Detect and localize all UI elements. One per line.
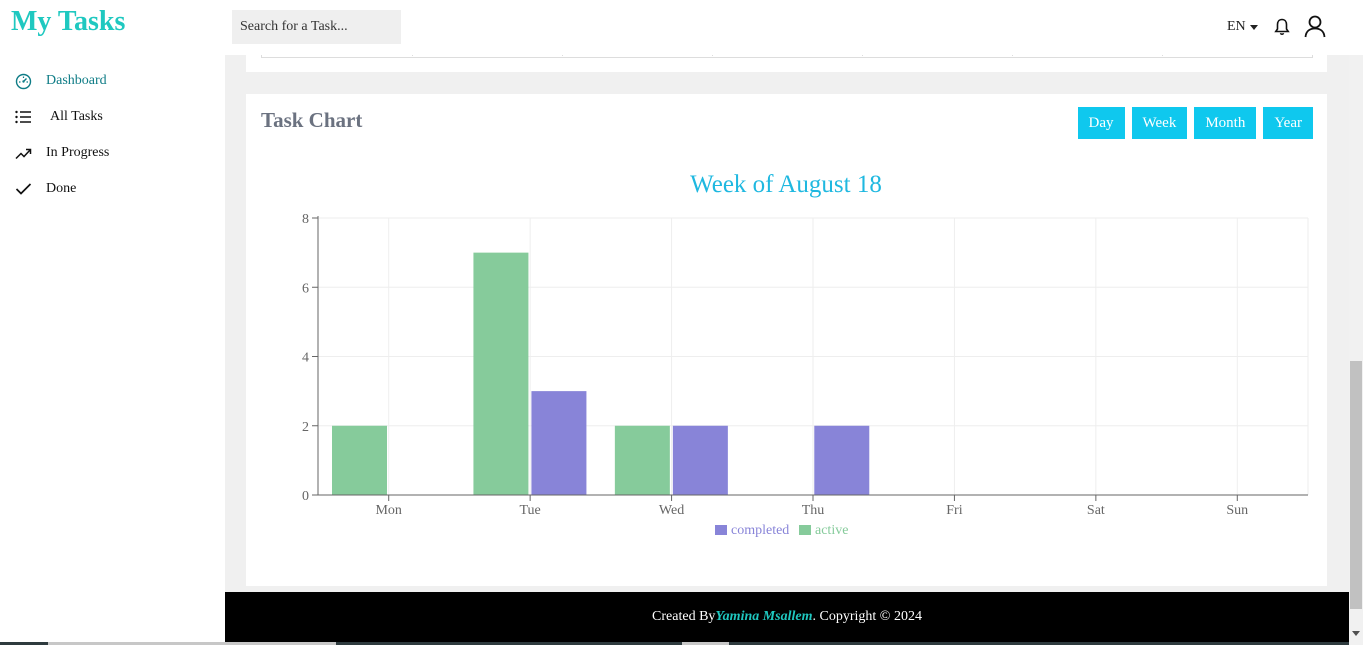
y-tick-label: 6 — [302, 281, 309, 296]
sidebar-nav: Dashboard All Tasks In Progress Done — [0, 63, 225, 207]
page-scrollbar[interactable] — [1349, 55, 1363, 645]
task-table-bottom-edge — [261, 55, 1313, 58]
chart-title: Week of August 18 — [690, 171, 882, 198]
x-tick-label: Tue — [520, 503, 541, 518]
task-chart-card: Task Chart Day Week Month Year Week of A… — [246, 94, 1327, 586]
y-tick-label: 0 — [302, 489, 309, 504]
x-tick-label: Thu — [802, 503, 825, 518]
previous-card-fragment — [246, 55, 1327, 72]
trending-up-icon — [14, 144, 32, 162]
x-tick-label: Mon — [375, 503, 401, 518]
bar-active-mon — [332, 425, 387, 495]
sidebar-item-all-tasks[interactable]: All Tasks — [0, 99, 225, 135]
x-tick-label: Wed — [659, 503, 684, 518]
list-icon — [14, 108, 32, 126]
legend-label-active: active — [815, 523, 848, 538]
app-title: My Tasks — [11, 6, 126, 37]
bar-completed-tue — [531, 391, 587, 495]
y-tick-label: 8 — [302, 212, 309, 227]
language-label: EN — [1227, 19, 1246, 34]
dashboard-gauge-icon — [14, 72, 32, 90]
x-tick-label: Sun — [1226, 503, 1248, 518]
bell-icon[interactable] — [1274, 17, 1290, 37]
scrollbar-thumb[interactable] — [1350, 361, 1362, 609]
sidebar: My Tasks Dashboard All Tasks In Progress — [0, 0, 225, 645]
top-header: EN — [225, 0, 1349, 55]
footer-copyright: . Copyright © 2024 — [812, 609, 922, 624]
main-content: Task Chart Day Week Month Year Week of A… — [225, 55, 1349, 592]
scroll-down-arrow-icon[interactable] — [1352, 631, 1360, 636]
language-selector[interactable]: EN — [1227, 19, 1258, 35]
footer-author-link[interactable]: Yamina Msallem — [715, 609, 812, 625]
sidebar-item-done[interactable]: Done — [0, 171, 225, 207]
x-tick-label: Sat — [1087, 503, 1105, 518]
caret-down-icon — [1249, 24, 1258, 30]
y-tick-label: 2 — [302, 420, 309, 435]
footer-prefix: Created By — [652, 609, 716, 624]
y-tick-label: 4 — [302, 351, 309, 366]
bar-completed-wed — [672, 425, 728, 495]
footer: Created By Yamina Msallem. Copyright © 20… — [225, 592, 1349, 642]
legend-swatch-completed — [715, 525, 727, 535]
sidebar-item-label: Done — [46, 181, 77, 196]
sidebar-item-label: All Tasks — [50, 109, 103, 124]
legend-swatch-active — [799, 525, 811, 535]
check-icon — [14, 180, 32, 198]
bar-active-tue — [473, 252, 529, 495]
task-bar-chart: Week of August 18 0 2 4 6 8 Mon Tue Wed Thu Fri Sat… — [302, 171, 1309, 538]
x-tick-label: Fri — [946, 503, 962, 518]
sidebar-item-in-progress[interactable]: In Progress — [0, 135, 225, 171]
sidebar-item-dashboard[interactable]: Dashboard — [0, 63, 225, 99]
app-root: My Tasks Dashboard All Tasks In Progress — [0, 0, 1363, 645]
bar-active-wed — [614, 425, 670, 495]
sidebar-item-label: In Progress — [46, 145, 110, 160]
search-input[interactable] — [232, 10, 401, 44]
sidebar-item-label: Dashboard — [46, 73, 107, 88]
legend-label-completed: completed — [731, 523, 789, 538]
bar-completed-thu — [814, 425, 870, 495]
user-icon[interactable] — [1303, 14, 1327, 38]
